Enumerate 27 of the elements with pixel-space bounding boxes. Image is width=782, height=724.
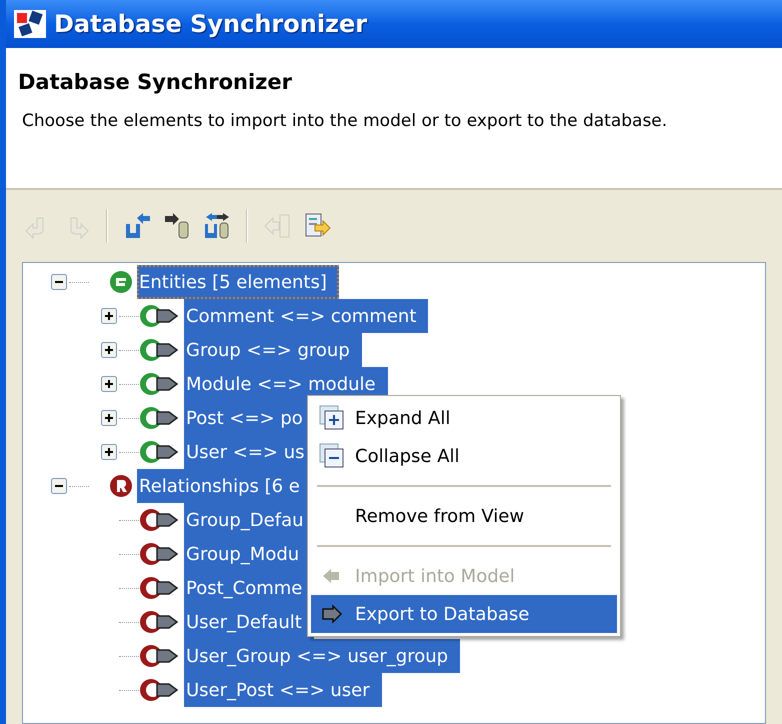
window-title: Database Synchronizer xyxy=(54,9,368,40)
collapse-toggle-icon[interactable] xyxy=(51,274,67,290)
page-title: Database Synchronizer xyxy=(18,72,293,93)
expand-toggle-icon[interactable] xyxy=(101,342,117,358)
tree-item[interactable]: User_Default xyxy=(184,605,314,639)
menu-item[interactable]: Export to Database xyxy=(311,595,617,633)
collapse-all-icon xyxy=(319,443,345,469)
expand-all-icon xyxy=(319,405,345,431)
import-arrow-icon xyxy=(263,212,291,240)
tree-item[interactable]: User_Group <=> user_group xyxy=(184,639,460,673)
expand-toggle-icon[interactable] xyxy=(101,376,117,392)
entity-group-icon xyxy=(109,270,133,294)
relationship-group-icon xyxy=(109,474,133,498)
tree-item[interactable]: Group <=> group xyxy=(184,333,362,367)
tree-item[interactable]: Comment <=> comment xyxy=(184,299,428,333)
tree-item[interactable]: Module <=> module xyxy=(184,367,388,401)
tree-item[interactable]: User_Post <=> user xyxy=(184,673,382,707)
page-description: Choose the elements to import into the model or to export to the database. xyxy=(22,110,668,133)
import-arrow-icon xyxy=(123,212,151,240)
expand-toggle-icon[interactable] xyxy=(101,410,117,426)
tree-item[interactable]: Entities [5 elements] xyxy=(137,265,339,299)
export-arrow-icon xyxy=(163,212,191,240)
expand-toggle-icon[interactable] xyxy=(101,308,117,324)
collapse-toggle-icon[interactable] xyxy=(51,478,67,494)
app-logo-icon xyxy=(14,10,46,38)
sync-arrows-icon xyxy=(203,212,231,240)
expand-toggle-icon[interactable] xyxy=(101,444,117,460)
